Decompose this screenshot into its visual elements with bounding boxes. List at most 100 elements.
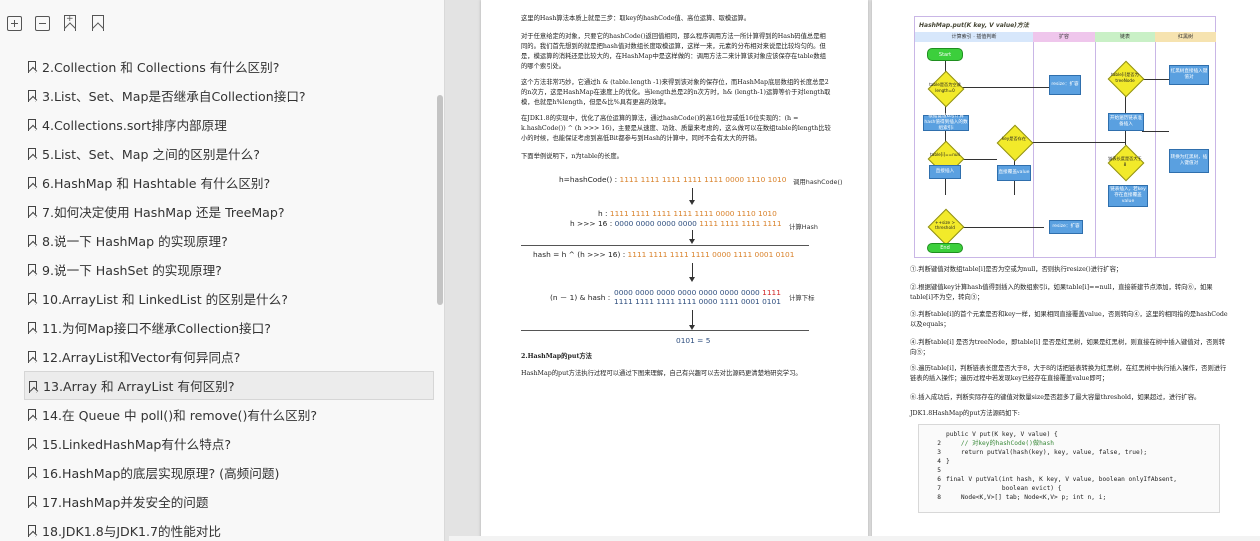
decision-node: table是否为空或length=0 — [928, 71, 962, 105]
bookmark-item[interactable]: 15.LinkedHashMap有什么特点? — [24, 429, 432, 458]
bookmark-item[interactable]: 5.List、Set、Map 之间的区别是什么? — [24, 139, 432, 168]
paragraph: 下面举例说明下，n为table的长度。 — [521, 153, 623, 160]
bookmark-item[interactable]: 13.Array 和 ArrayList 有何区别? — [24, 371, 434, 400]
bookmark-icon — [28, 351, 36, 363]
code-line: 6 final V putVal(int hash, K key, V value… — [925, 475, 1213, 484]
code-text: Node<K,V>[] tab; Node<K,V> p; int n, i; — [946, 494, 1107, 501]
result-value: 0101 = 5 — [676, 336, 711, 345]
shift-label: h >>> 16 : — [570, 219, 613, 228]
lane-header: 红黑树 — [1155, 32, 1216, 42]
down-arrow — [689, 310, 695, 330]
decision-text: table[i]==null — [930, 152, 960, 157]
bookmark-icon — [28, 148, 36, 160]
hashcode-label: h=hashCode() : — [559, 175, 618, 184]
put-flowchart: HashMap.put(K key, V value)方法 计算索引 · 插值判… — [914, 16, 1216, 258]
code-line: 7 boolean evict) { — [925, 484, 1213, 493]
section-title: 2.HashMap的put方法 — [521, 353, 592, 360]
down-arrow — [689, 263, 695, 282]
hashcode-row: h=hashCode() : 1111 1111 1111 1111 1111 … — [559, 175, 786, 184]
bookmark-icon — [28, 409, 36, 421]
hash-bits: 1111 1111 1111 1111 0000 1111 0001 0101 — [627, 250, 795, 259]
process-node: 直接插入 — [929, 165, 961, 179]
code-line: 8 Node<K,V>[] tab; Node<K,V> p; int n, i… — [925, 493, 1213, 502]
paragraph: 在JDK1.8的实现中，优化了高位运算的算法，通过hashCode()的高16位… — [521, 115, 831, 142]
code-line: 4} — [925, 457, 1213, 466]
mask-bits-red: 1111 — [762, 288, 781, 297]
hash-label: hash = h ^ (h >>> 16) : — [533, 250, 626, 259]
bookmark-item[interactable]: 7.如何决定使用 HashMap 还是 TreeMap? — [24, 197, 432, 226]
bookmark-item[interactable]: 17.HashMap并发安全的问题 — [24, 487, 432, 516]
bookmark-icon — [28, 177, 36, 189]
connector — [962, 87, 1049, 88]
shift-row: h >>> 16 : 0000 0000 0000 0000 1111 1111… — [570, 219, 782, 228]
bookmark-label: 12.ArrayList和Vector有何异同点? — [42, 350, 241, 365]
bookmark-label: 4.Collections.sort排序内部原理 — [42, 118, 227, 133]
bookmark-item[interactable]: 14.在 Queue 中 poll()和 remove()有什么区别? — [24, 400, 432, 429]
bookmark-label: 2.Collection 和 Collections 有什么区别? — [42, 60, 280, 75]
resize-node: resize：扩容 — [1049, 220, 1083, 234]
code-line: 5 — [925, 466, 1213, 475]
bookmark-icon — [28, 438, 36, 450]
bookmark-list: 2.Collection 和 Collections 有什么区别? 3.List、… — [24, 52, 434, 541]
bookmark-icon — [28, 322, 36, 334]
lane-divider — [1033, 42, 1034, 258]
bookmark-item[interactable]: 9.说一下 HashSet 的实现原理? — [24, 255, 432, 284]
bookmark-item[interactable]: 18.JDK1.8与JDK1.7的性能对比 — [24, 516, 432, 541]
mask-label-row: (n － 1) & hash : — [550, 292, 610, 303]
bookmark-icon — [28, 61, 36, 73]
sidebar-scrollbar[interactable] — [437, 95, 443, 305]
bookmark-item[interactable]: 11.为何Map接口不继承Collection接口? — [24, 313, 432, 342]
bookmark-item[interactable]: 2.Collection 和 Collections 有什么区别? — [24, 52, 432, 81]
code-text: return putVal(hash(key), key, value, fal… — [946, 449, 1148, 456]
bookmark-icon — [28, 119, 36, 131]
bookmark-item[interactable]: 4.Collections.sort排序内部原理 — [24, 110, 432, 139]
code-block: public V put(K key, V value) {2 // 对key的… — [918, 424, 1220, 513]
paragraph: 这里的Hash算法本质上就是三步：取key的hashCode值、高位运算、取模运… — [521, 15, 751, 22]
bookmark-label: 14.在 Queue 中 poll()和 remove()有什么区别? — [42, 408, 318, 423]
hashcode-bits: 1111 1111 1111 1111 1111 0000 1110 1010 — [619, 175, 787, 184]
bookmark-item[interactable]: 10.ArrayList 和 LinkedList 的区别是什么? — [24, 284, 432, 313]
connector — [1142, 79, 1169, 80]
bookmark-item[interactable]: 6.HashMap 和 Hashtable 有什么区别? — [24, 168, 432, 197]
bookmark-item[interactable]: 3.List、Set、Map是否继承自Collection接口? — [24, 81, 432, 110]
line-number: 4 — [937, 458, 941, 465]
lane-header: 扩容 — [1033, 32, 1095, 42]
bookmark-item[interactable]: 8.说一下 HashMap 的实现原理? — [24, 226, 432, 255]
code-text: final V putVal(int hash, K key, V value,… — [946, 476, 1177, 483]
code-line: 2 // 对key的hashCode()做hash — [925, 439, 1213, 448]
expand-all-icon[interactable] — [7, 16, 22, 31]
bookmark-label: 7.如何决定使用 HashMap 还是 TreeMap? — [42, 205, 285, 220]
paragraph: 对于任意给定的对象，只要它的hashCode()返回值相同，那么程序调用方法一所… — [521, 33, 826, 70]
bookmark-label: 8.说一下 HashMap 的实现原理? — [42, 234, 228, 249]
bookmark-icon — [28, 293, 36, 305]
hash-row: hash = h ^ (h >>> 16) : 1111 1111 1111 1… — [533, 250, 794, 259]
bookmark-item[interactable]: 12.ArrayList和Vector有何异同点? — [24, 342, 432, 371]
flowchart-title: HashMap.put(K key, V value)方法 — [919, 22, 1029, 29]
decision-text: ++size > threshold — [935, 220, 955, 230]
horizontal-scrollbar[interactable] — [449, 536, 1260, 541]
bookmark-item[interactable]: 16.HashMap的底层实现原理? (高频问题) — [24, 458, 432, 487]
bookmark-label: 13.Array 和 ArrayList 有何区别? — [43, 379, 235, 394]
connector — [1031, 142, 1125, 143]
mod-note: 计算下标 — [789, 294, 815, 302]
bookmark-label: 16.HashMap的底层实现原理? (高频问题) — [42, 466, 280, 481]
process-node: 根据键值key计算hash值得到插入的数组索引i — [923, 114, 969, 131]
mask-bits-a: 0000 0000 0000 0000 0000 0000 0000 — [614, 288, 760, 297]
step-paragraph: ④.判断table[i] 是否为treeNode，即table[i] 是否是红黑… — [910, 339, 1226, 356]
step-paragraph: ②.根据键值key计算hash值得到插入的数组索引i，如果table[i]==n… — [910, 284, 1213, 301]
h-bits: 1111 1111 1111 1111 1111 0000 1110 1010 — [609, 209, 777, 218]
bookmark-label: 11.为何Map接口不继承Collection接口? — [42, 321, 271, 336]
collapse-all-icon[interactable] — [35, 16, 50, 31]
process-node: 转换为红黑树，插入键值对 — [1169, 149, 1209, 173]
document-page-left: 这里的Hash算法本质上就是三步：取key的hashCode值、高位运算、取模运… — [481, 0, 868, 541]
start-node: Start — [927, 48, 963, 61]
code-caption: JDK1.8HashMap的put方法源码如下: — [910, 410, 1020, 417]
connector — [1142, 131, 1169, 132]
mask-bits-b: 1111 1111 1111 1111 0000 1111 0001 0101 — [614, 297, 781, 306]
bookmark-icon[interactable] — [92, 15, 104, 31]
bookmark-icon — [28, 525, 36, 537]
pdf-reader-window: 2.Collection 和 Collections 有什么区别? 3.List、… — [0, 0, 1260, 541]
shift-bits-b: 1111 1111 1111 1111 — [699, 219, 782, 228]
add-bookmark-icon[interactable] — [64, 14, 76, 31]
hashcode-note: 调用hashCode() — [793, 178, 843, 186]
